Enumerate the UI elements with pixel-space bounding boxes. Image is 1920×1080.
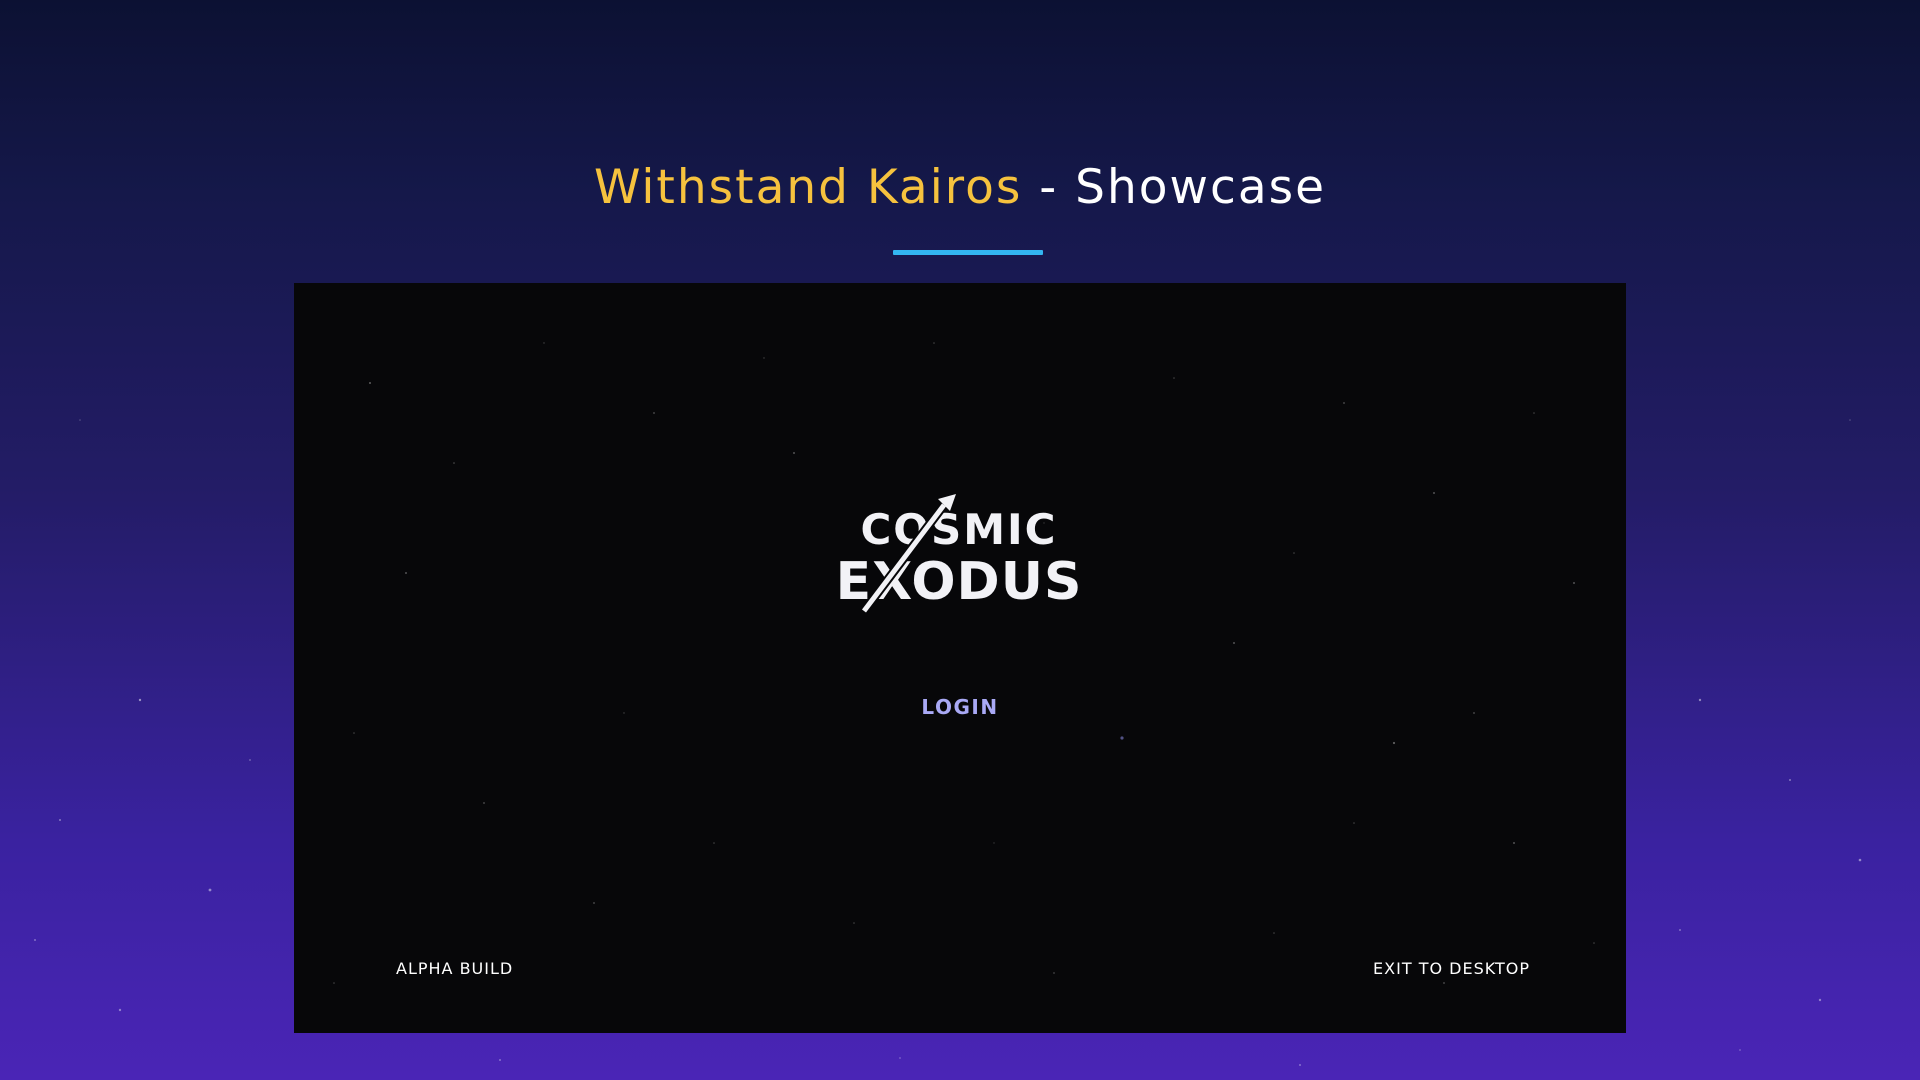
page-title: Withstand Kairos - Showcase — [0, 158, 1920, 218]
cosmic-exodus-logo: COSMIC EXODUS — [836, 494, 1081, 614]
title-accent: Withstand Kairos — [593, 160, 1023, 215]
game-starfield — [333, 342, 1595, 984]
title-rest: Showcase — [1075, 160, 1327, 215]
exit-to-desktop-button[interactable]: EXIT TO DESKTOP — [1373, 957, 1530, 981]
build-label: ALPHA BUILD — [396, 959, 514, 978]
logo-line1: COSMIC — [860, 505, 1057, 554]
game-screen[interactable]: COSMIC EXODUS LOGIN ALPHA BUILD EXIT TO … — [294, 283, 1626, 1033]
login-button[interactable]: LOGIN — [860, 691, 1060, 723]
title-underline — [893, 250, 1043, 255]
title-separator: - — [1022, 160, 1076, 215]
